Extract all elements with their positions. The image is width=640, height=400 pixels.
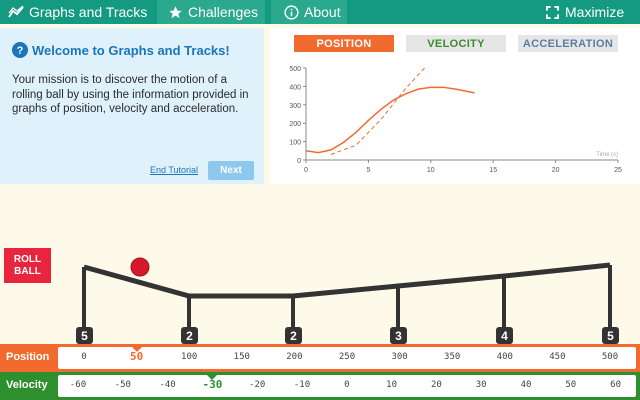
position-series-line [305, 86, 475, 154]
ball[interactable] [130, 257, 150, 277]
graph-icon [8, 4, 24, 20]
ruler-value[interactable]: 200 [286, 352, 302, 362]
tutorial-panel: ? Welcome to Graphs and Tracks! Your mis… [0, 28, 264, 184]
ruler-value[interactable]: -60 [70, 380, 86, 390]
ruler-value[interactable]: 0 [344, 380, 349, 390]
x-tick-label: 25 [614, 167, 622, 174]
x-tick-label: 0 [304, 167, 308, 174]
post-knob[interactable]: 4 [496, 327, 513, 344]
position-label: Position [6, 351, 50, 363]
tutorial-heading: ? Welcome to Graphs and Tracks! [12, 42, 230, 58]
post-value: 2 [186, 329, 193, 343]
tab-velocity[interactable]: VELOCITY [406, 35, 506, 52]
ruler-value[interactable]: 60 [610, 380, 621, 390]
post-value: 4 [501, 329, 508, 343]
y-tick-label: 100 [289, 140, 301, 147]
y-tick-label: 300 [289, 103, 301, 110]
ruler-value[interactable]: 400 [497, 352, 513, 362]
graph-panel: POSITION VELOCITY ACCELERATION 500 400 300… [270, 28, 640, 184]
post-value: 3 [395, 329, 402, 343]
post-value: 5 [81, 329, 88, 343]
ruler-value[interactable]: 50 [565, 380, 576, 390]
post-value: 2 [290, 329, 297, 343]
y-tick-label: 0 [297, 158, 301, 165]
x-tick-label: 10 [427, 167, 435, 174]
post-knob[interactable]: 3 [390, 327, 407, 344]
challenges-label: Challenges [188, 4, 259, 20]
challenges-tab[interactable]: Challenges [157, 0, 265, 24]
position-time-chart: 500 400 300 200 100 00 5 10 15 20 25 Time (s) [289, 66, 622, 174]
ruler-value[interactable]: -50 [115, 380, 131, 390]
ruler-value[interactable]: 150 [234, 352, 250, 362]
ruler-value[interactable]: 30 [476, 380, 487, 390]
ruler-value[interactable]: 500 [602, 352, 618, 362]
post-value: 5 [607, 329, 614, 343]
top-bar: Graphs and Tracks Challenges About Maxim… [0, 0, 640, 24]
end-tutorial-link[interactable]: End Tutorial [150, 165, 198, 175]
x-tick-label: 20 [552, 167, 560, 174]
position-ruler-row: Position 0 50 100 150 200 250 300 350 400 450 500 [0, 344, 640, 372]
post-knob[interactable]: 2 [285, 327, 302, 344]
tutorial-text: Your mission is to discover the motion o… [12, 74, 249, 115]
about-label: About [304, 4, 341, 20]
tab-position[interactable]: POSITION [294, 35, 394, 52]
app-title: Graphs and Tracks [29, 4, 148, 20]
ruler-value[interactable]: 300 [391, 352, 407, 362]
tutorial-title: Welcome to Graphs and Tracks! [32, 42, 230, 58]
track-beam [83, 262, 611, 299]
ruler-marker[interactable] [131, 347, 142, 352]
y-tick-label: 200 [289, 121, 301, 128]
next-button[interactable]: Next [208, 161, 254, 180]
velocity-ruler-row: Velocity -60 -50 -40 -30 -20 -10 0 10 20 30 40 50 60 [0, 372, 640, 400]
maximize-button[interactable]: Maximize [540, 0, 640, 24]
track: 5 2 2 3 4 5 [76, 257, 619, 344]
velocity-label: Velocity [6, 379, 48, 391]
position-ruler[interactable]: 0 50 100 150 200 250 300 350 400 450 500 [58, 347, 636, 369]
ruler-value[interactable]: 250 [339, 352, 355, 362]
help-icon: ? [12, 42, 28, 58]
x-tick-label: 5 [366, 167, 370, 174]
ruler-value[interactable]: 20 [431, 380, 442, 390]
ruler-value[interactable]: -10 [294, 380, 310, 390]
ruler-value[interactable]: 10 [386, 380, 397, 390]
maximize-icon [544, 4, 560, 20]
ruler-value[interactable]: 450 [549, 352, 565, 362]
ruler-value[interactable]: -40 [159, 380, 175, 390]
ruler-value[interactable]: -20 [249, 380, 265, 390]
svg-text:?: ? [17, 45, 24, 57]
y-tick-label: 500 [289, 66, 301, 73]
ruler-value[interactable]: 40 [521, 380, 532, 390]
post-knob[interactable]: 2 [181, 327, 198, 344]
ruler-value[interactable]: 100 [181, 352, 197, 362]
ruler-value[interactable]: 350 [444, 352, 460, 362]
star-icon [167, 4, 183, 20]
ruler-value[interactable]: 0 [81, 352, 86, 362]
y-tick-label: 400 [289, 84, 301, 91]
velocity-ruler[interactable]: -60 -50 -40 -30 -20 -10 0 10 20 30 40 50 60 [58, 375, 636, 397]
maximize-label: Maximize [565, 4, 625, 20]
about-tab[interactable]: About [271, 0, 347, 24]
post-knob[interactable]: 5 [76, 327, 93, 344]
x-axis-label: Time (s) [596, 152, 618, 158]
app-title-tab[interactable]: Graphs and Tracks [0, 0, 154, 24]
info-icon [283, 4, 299, 20]
track-area: ROLL BALL 5 2 2 3 4 5 [0, 184, 640, 344]
x-tick-label: 15 [489, 167, 497, 174]
ruler-marker[interactable] [207, 375, 218, 380]
post-knob[interactable]: 5 [602, 327, 619, 344]
tab-acceleration[interactable]: ACCELERATION [518, 35, 618, 52]
